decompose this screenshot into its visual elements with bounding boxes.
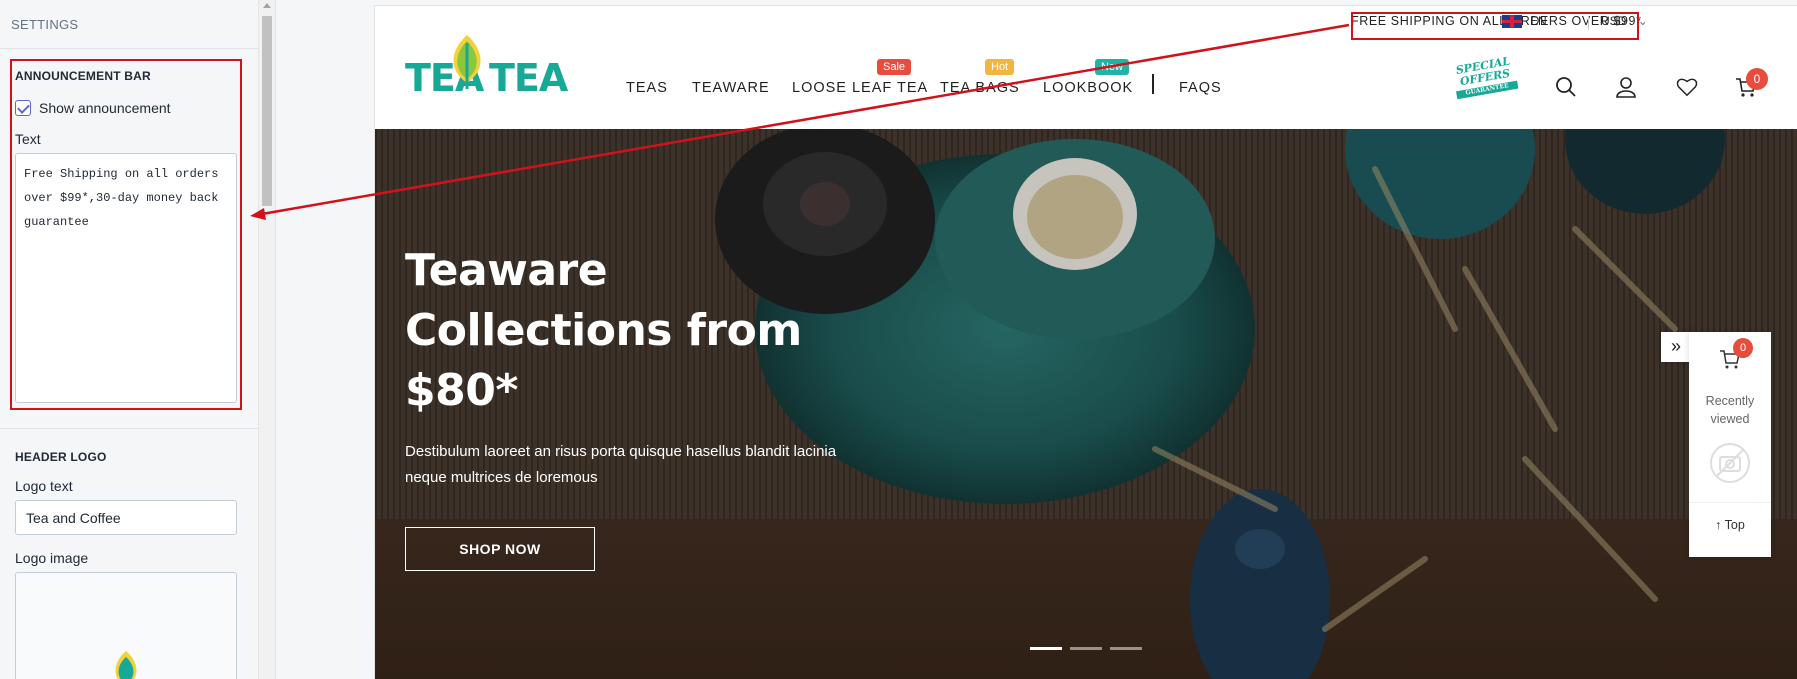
section-divider bbox=[0, 428, 259, 429]
logo-leaf-icon bbox=[115, 651, 137, 679]
settings-title: SETTINGS bbox=[0, 0, 275, 49]
scrollbar-thumb[interactable] bbox=[262, 16, 272, 206]
badge-hot: Hot bbox=[985, 59, 1015, 75]
logo-leaf-icon bbox=[453, 35, 481, 89]
scroll-up-icon[interactable] bbox=[263, 3, 271, 8]
double-chevron-right-icon: » bbox=[1670, 336, 1681, 356]
badge-sale: Sale bbox=[877, 59, 912, 75]
special-offers-badge[interactable]: SPECIAL OFFERS GUARANTEE bbox=[1451, 55, 1520, 111]
widget-toggle[interactable]: » bbox=[1661, 332, 1691, 362]
header-logo-heading: HEADER LOGO bbox=[15, 450, 107, 464]
announcement-bar-section: ANNOUNCEMENT BAR Show announcement Text … bbox=[0, 69, 252, 403]
language-label: EN bbox=[1530, 14, 1547, 28]
nav-divider bbox=[1152, 74, 1154, 94]
announcement-bar-text: FREE SHIPPING ON ALL ORDERS OVER $99* bbox=[1351, 14, 1642, 28]
logo-image-label: Logo image bbox=[15, 550, 89, 566]
recently-viewed-widget: 0 Recently viewed ↑ Top bbox=[1689, 332, 1771, 557]
language-selector[interactable]: EN bbox=[1502, 14, 1547, 28]
slide-dot-3[interactable] bbox=[1110, 647, 1142, 650]
show-announcement-row[interactable]: Show announcement bbox=[15, 100, 237, 116]
recently-viewed-label: Recently viewed bbox=[1705, 394, 1755, 426]
arrow-up-icon: ↑ bbox=[1715, 518, 1722, 532]
nav-item-loose-leaf-tea[interactable]: LOOSE LEAF TEA bbox=[792, 80, 928, 96]
logo-text-input[interactable] bbox=[15, 500, 237, 535]
logo-text-label: Logo text bbox=[15, 478, 73, 494]
announcement-bar-heading: ANNOUNCEMENT BAR bbox=[15, 69, 151, 83]
currency-label: USD bbox=[1601, 14, 1627, 28]
slideshow-dots bbox=[1030, 647, 1142, 650]
announcement-text-label: Text bbox=[15, 131, 41, 147]
logo-text-right: TEA bbox=[489, 56, 568, 100]
nav-item-teas[interactable]: TEAS bbox=[626, 80, 668, 96]
sidebar-scrollbar[interactable] bbox=[258, 0, 275, 679]
search-icon[interactable] bbox=[1555, 76, 1577, 98]
account-icon[interactable] bbox=[1615, 76, 1637, 98]
storefront-preview: TEA TEA FREE SHIPPING ON ALL ORDERS OVER… bbox=[375, 6, 1797, 679]
widget-cart-count: 0 bbox=[1733, 338, 1753, 358]
nav-item-faqs[interactable]: FAQS bbox=[1179, 80, 1222, 96]
shop-now-button[interactable]: SHOP NOW bbox=[405, 527, 595, 571]
widget-divider bbox=[1689, 502, 1771, 503]
show-announcement-label: Show announcement bbox=[39, 100, 171, 116]
logo-image-picker[interactable] bbox=[15, 572, 237, 679]
back-to-top-label: Top bbox=[1724, 518, 1745, 532]
announcement-text-field[interactable]: Free Shipping on all orders over $99*,30… bbox=[15, 153, 237, 403]
slide-dot-2[interactable] bbox=[1070, 647, 1102, 650]
show-announcement-checkbox[interactable] bbox=[15, 100, 31, 116]
badge-new: New bbox=[1095, 59, 1130, 75]
currency-selector[interactable]: USD ⌄ bbox=[1601, 14, 1648, 28]
topbar-divider bbox=[1588, 16, 1589, 30]
wishlist-heart-icon[interactable] bbox=[1676, 76, 1698, 98]
nav-item-lookbook[interactable]: LOOKBOOK bbox=[1043, 80, 1133, 96]
back-to-top-button[interactable]: ↑ Top bbox=[1689, 518, 1771, 532]
settings-sidebar: SETTINGS ANNOUNCEMENT BAR Show announcem… bbox=[0, 0, 276, 679]
hero-title: Teaware Collections from $80* bbox=[405, 245, 802, 416]
uk-flag-icon bbox=[1502, 14, 1522, 28]
hero-slideshow: Teaware Collections from $80* Destibulum… bbox=[375, 129, 1797, 679]
nav-item-teaware[interactable]: TEAWARE bbox=[692, 80, 770, 96]
hero-description: Destibulum laoreet an risus porta quisqu… bbox=[405, 443, 837, 486]
slide-dot-1[interactable] bbox=[1030, 647, 1062, 650]
chevron-down-icon: ⌄ bbox=[1637, 14, 1648, 28]
nav-item-tea-bags[interactable]: TEA BAGS bbox=[940, 80, 1020, 96]
store-header: TEA TEA FREE SHIPPING ON ALL ORDERS OVER… bbox=[375, 6, 1797, 129]
no-image-camera-icon bbox=[1710, 443, 1750, 483]
cart-count-badge: 0 bbox=[1746, 68, 1768, 90]
header-logo-section: HEADER LOGO Logo text Logo image bbox=[0, 450, 252, 679]
